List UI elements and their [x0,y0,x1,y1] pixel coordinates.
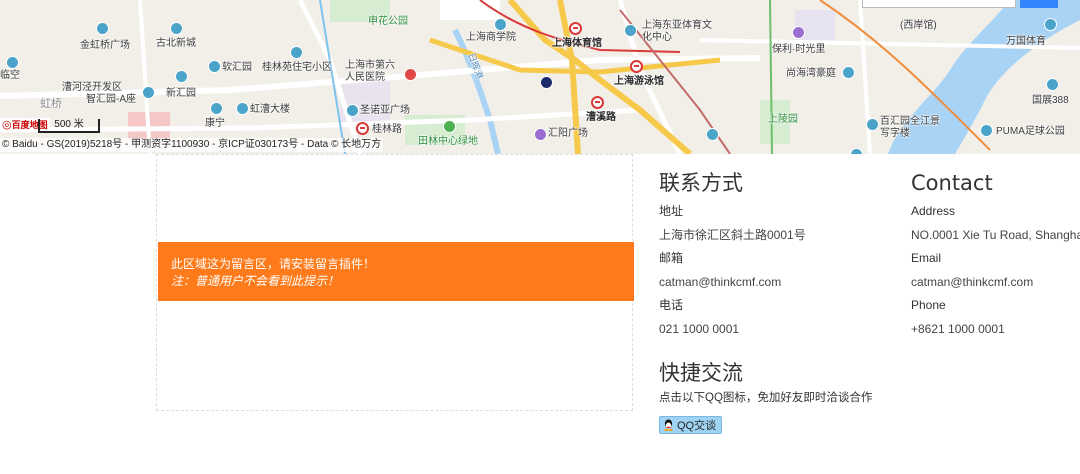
map-poi-icon[interactable] [1046,78,1059,91]
map-label: 国展388 [1032,95,1069,106]
map-label: 临空 [0,70,20,81]
map-label: 百汇园全江景写字楼 [880,116,940,139]
map-poi-icon[interactable] [346,104,359,117]
map-label: 上海体育馆 [552,38,602,49]
map-poi-icon[interactable] [208,60,221,73]
address-label: Address [911,204,956,218]
phone-label: Phone [911,298,946,312]
metro-station-icon[interactable] [356,122,369,135]
map-label: 软汇园 [222,62,252,73]
map-label: 上海商学院 [466,32,516,43]
map-label: 申花公园 [368,16,408,27]
map-label: 桂林路 [372,124,402,135]
map-label: 田林中心绿地 [418,136,478,147]
address-value: NO.0001 Xie Tu Road, Shanghai China [911,227,1080,242]
metro-station-icon[interactable] [630,60,643,73]
email-value: catman@thinkcmf.com [911,274,1034,289]
map-poi-icon[interactable] [980,124,993,137]
map-poi-icon[interactable] [540,76,553,89]
map-poi-icon[interactable] [175,70,188,83]
contact-heading: 联系方式 [659,171,743,195]
phone-value: 021 1000 0001 [659,321,740,336]
map-poi-icon[interactable] [236,102,249,115]
quick-description: 点击以下QQ图标，免加好友即时洽谈合作 [659,392,873,404]
email-value: catman@thinkcmf.com [659,274,782,289]
map-label: 上陵园 [768,114,798,125]
map-poi-icon[interactable] [534,128,547,141]
map-label: 上海东亚体育文化中心 [642,20,712,43]
address-label: 地址 [659,204,684,218]
map-label: 圣诺亚广场 [360,105,410,116]
map-poi-icon[interactable] [842,66,855,79]
map-label: 万国体育 [1006,36,1046,47]
map-label: 金虹桥广场 [80,40,130,51]
guestbook-area: 此区域这为留言区，请安装留言插件！ 注：普通用户不会看到此提示！ [156,154,634,411]
map-label: 上海游泳馆 [614,76,664,87]
quick-heading: 快捷交流 [659,361,743,385]
map-label: 漕河泾开发区 [62,82,122,93]
notice-line: 注：普通用户不会看到此提示！ [171,274,340,288]
map-label: 虹漕大楼 [250,104,290,115]
map-poi-icon[interactable] [866,118,879,131]
map-label: 保利·时光里 [772,44,826,55]
map-poi-icon[interactable] [494,18,507,31]
map-label: 智汇园-A座 [86,94,136,105]
map-label: 漕溪路 [586,112,616,123]
metro-station-icon[interactable] [591,96,604,109]
qq-penguin-icon [663,419,674,431]
phone-value: +8621 1000 0001 [911,321,1005,336]
map-poi-icon[interactable] [792,26,805,39]
map-poi-icon[interactable] [290,46,303,59]
map-poi-icon[interactable] [96,22,109,35]
baidu-map[interactable]: 金虹桥广场 古北新城 临空 漕河泾开发区 智汇园-A座 虹桥 新汇园 康宁 软汇… [0,0,1080,154]
quick-chat: 快捷交流 点击以下QQ图标，免加好友即时洽谈合作 QQ交谈 [659,360,979,436]
email-label: 邮箱 [659,251,684,265]
metro-station-icon[interactable] [569,22,582,35]
map-search-input[interactable] [862,0,1016,8]
hospital-icon[interactable] [404,68,417,81]
contact-heading: Contact [911,171,993,195]
phone-label: 电话 [659,298,684,312]
map-label: 汇阳广场 [548,128,588,139]
notice-line: 此区域这为留言区，请安装留言插件！ [171,257,376,271]
plugin-notice: 此区域这为留言区，请安装留言插件！ 注：普通用户不会看到此提示！ [158,242,634,301]
qq-chat-label: QQ交谈 [677,420,717,432]
map-label: 尚海湾豪庭 [786,68,836,79]
map-poi-icon[interactable] [210,102,223,115]
map-poi-icon[interactable] [850,148,863,154]
map-label: 古北新城 [156,38,196,49]
map-label: 康宁 [205,118,225,129]
map-label: (西岸馆) [900,20,937,31]
contact-cn: 联系方式 地址 上海市徐汇区斜土路0001号 邮箱 catman@thinkcm… [659,170,889,341]
map-scale: 500 米 [38,119,100,133]
map-label: 桂林苑住宅小区 [262,62,332,73]
address-value: 上海市徐汇区斜土路0001号 [659,227,806,242]
qq-chat-button[interactable]: QQ交谈 [659,416,723,434]
map-label: 新汇园 [166,88,196,99]
contact-en: Contact Address NO.0001 Xie Tu Road, Sha… [911,170,1080,341]
map-poi-icon[interactable] [142,86,155,99]
map-poi-icon[interactable] [706,128,719,141]
map-search-button[interactable] [1020,0,1058,8]
map-label: 虹桥 [40,98,62,110]
map-poi-icon[interactable] [170,22,183,35]
map-label: 上海市第六人民医院 [345,60,395,83]
map-copyright: © Baidu - GS(2019)5218号 - 甲测资字1100930 - … [0,138,384,152]
map-label: PUMA足球公园 [996,126,1065,137]
map-poi-icon[interactable] [624,24,637,37]
park-icon[interactable] [443,120,456,133]
map-poi-icon[interactable] [1044,18,1057,31]
map-poi-icon[interactable] [6,56,19,69]
email-label: Email [911,251,942,265]
